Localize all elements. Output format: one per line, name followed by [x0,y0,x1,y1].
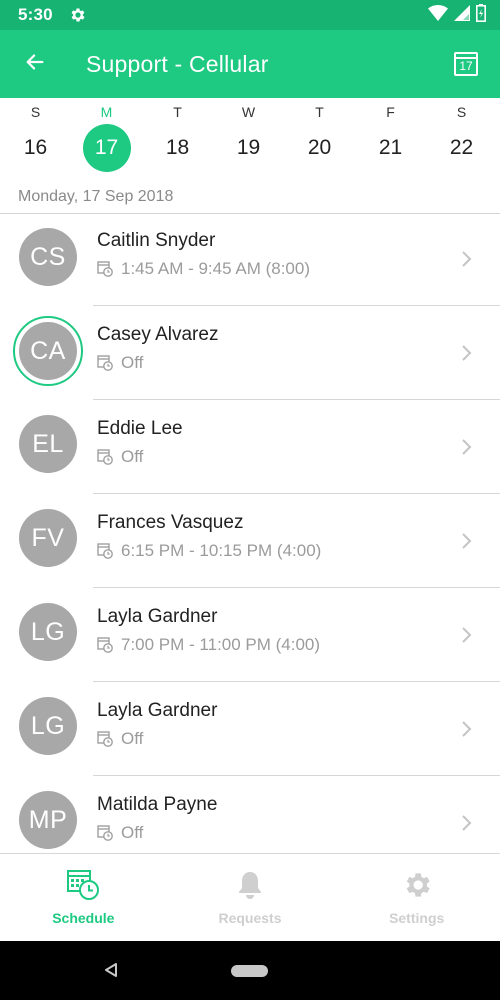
list-item[interactable]: CS Caitlin Snyder 1:45 AM - 9:45 AM (8:0… [0,214,500,308]
nav-requests[interactable]: Requests [167,854,334,941]
day-letter: S [456,104,467,120]
day-number: 21 [378,136,403,159]
chevron-right-icon [460,626,472,644]
shift-text: Off [121,447,144,466]
avatar: LG [19,603,77,661]
status-bar: 5:30 [0,0,500,30]
employee-name: Layla Gardner [97,606,218,627]
day-tue-18[interactable]: T 18 [142,98,213,180]
shift-clock-icon [97,637,113,653]
app-bar: Support - Cellular 17 [0,30,500,98]
day-number: 19 [236,136,261,159]
day-letter: T [315,104,324,120]
shift-text: Off [121,353,144,372]
list-item[interactable]: LG Layla Gardner 7:00 PM - 11:00 PM (4:0… [0,588,500,682]
shift-info: Off [97,823,143,843]
chevron-right-icon [460,532,472,550]
employee-name: Frances Vasquez [97,512,244,533]
day-letter: M [100,104,113,120]
nav-settings[interactable]: Settings [333,854,500,941]
schedule-icon [66,868,100,902]
employee-name: Caitlin Snyder [97,230,216,251]
list-item[interactable]: LG Layla Gardner Off [0,682,500,776]
employee-name: Matilda Payne [97,794,218,815]
day-sat-22[interactable]: S 22 [426,98,497,180]
day-sun-16[interactable]: S 16 [0,98,71,180]
list-item[interactable]: MP Matilda Payne Off [0,776,500,853]
avatar: LG [19,697,77,755]
shift-clock-icon [97,543,113,559]
bottom-nav: Schedule Requests Settings [0,853,500,941]
day-letter: T [173,104,182,120]
calendar-icon: 17 [454,52,478,76]
day-thu-20[interactable]: T 20 [284,98,355,180]
day-letter: S [30,104,41,120]
employee-name: Casey Alvarez [97,324,219,345]
shift-info: 1:45 AM - 9:45 AM (8:00) [97,259,310,279]
shift-clock-icon [97,731,113,747]
day-fri-21[interactable]: F 21 [355,98,426,180]
shift-text: 7:00 PM - 11:00 PM (4:00) [121,635,321,654]
avatar: CS [19,228,77,286]
shift-text: Off [121,729,144,748]
chevron-right-icon [460,814,472,832]
back-button[interactable] [0,30,70,98]
signal-icon [454,4,470,26]
arrow-back-icon [24,51,46,78]
day-wed-19[interactable]: W 19 [213,98,284,180]
shift-clock-icon [97,355,113,371]
wifi-icon [428,4,448,26]
shift-info: 6:15 PM - 10:15 PM (4:00) [97,541,321,561]
list-item[interactable]: CA Casey Alvarez Off [0,306,500,400]
nav-label: Settings [389,910,445,926]
day-letter: W [241,104,256,120]
nav-label: Schedule [52,910,115,926]
shift-clock-icon [97,825,113,841]
employee-name: Layla Gardner [97,700,218,721]
day-number: 18 [165,136,190,159]
list-item[interactable]: EL Eddie Lee Off [0,400,500,494]
system-nav-bar [0,941,500,1000]
shift-text: 6:15 PM - 10:15 PM (4:00) [121,541,322,560]
day-number: 16 [23,136,48,159]
avatar: FV [19,509,77,567]
shift-info: Off [97,353,143,373]
date-header: Monday, 17 Sep 2018 [0,180,500,214]
employee-list: CS Caitlin Snyder 1:45 AM - 9:45 AM (8:0… [0,214,500,853]
shift-text: 1:45 AM - 9:45 AM (8:00) [121,259,310,278]
avatar: MP [19,791,77,849]
chevron-right-icon [460,438,472,456]
shift-info: Off [97,729,143,749]
nav-label: Requests [218,910,282,926]
avatar: EL [19,415,77,473]
nav-schedule[interactable]: Schedule [0,854,167,941]
gear-icon [401,868,433,902]
page-title: Support - Cellular [86,50,269,77]
shift-clock-icon [97,449,113,465]
day-mon-17[interactable]: M 17 [71,98,142,180]
day-letter: F [386,104,395,120]
chevron-right-icon [460,344,472,362]
shift-info: Off [97,447,143,467]
week-strip: S 16 M 17 T 18 W 19 T 20 F 21 S 22 [0,98,500,180]
chevron-right-icon [460,250,472,268]
chevron-right-icon [460,720,472,738]
day-number-selected: 17 [82,124,131,172]
settings-gear-icon [69,6,87,24]
bell-icon [235,868,265,902]
shift-text: Off [121,823,144,842]
day-number: 20 [307,136,332,159]
list-item[interactable]: FV Frances Vasquez 6:15 PM - 10:15 PM (4… [0,494,500,588]
battery-icon [476,3,486,27]
employee-name: Eddie Lee [97,418,183,439]
shift-clock-icon [97,261,113,277]
avatar: CA [19,322,77,380]
system-back-icon[interactable] [103,962,119,983]
shift-info: 7:00 PM - 11:00 PM (4:00) [97,635,320,655]
day-number: 22 [449,136,474,159]
status-time: 5:30 [18,5,53,24]
calendar-button[interactable]: 17 [432,30,500,98]
system-home-pill[interactable] [231,965,268,977]
calendar-icon-day: 17 [459,58,473,73]
